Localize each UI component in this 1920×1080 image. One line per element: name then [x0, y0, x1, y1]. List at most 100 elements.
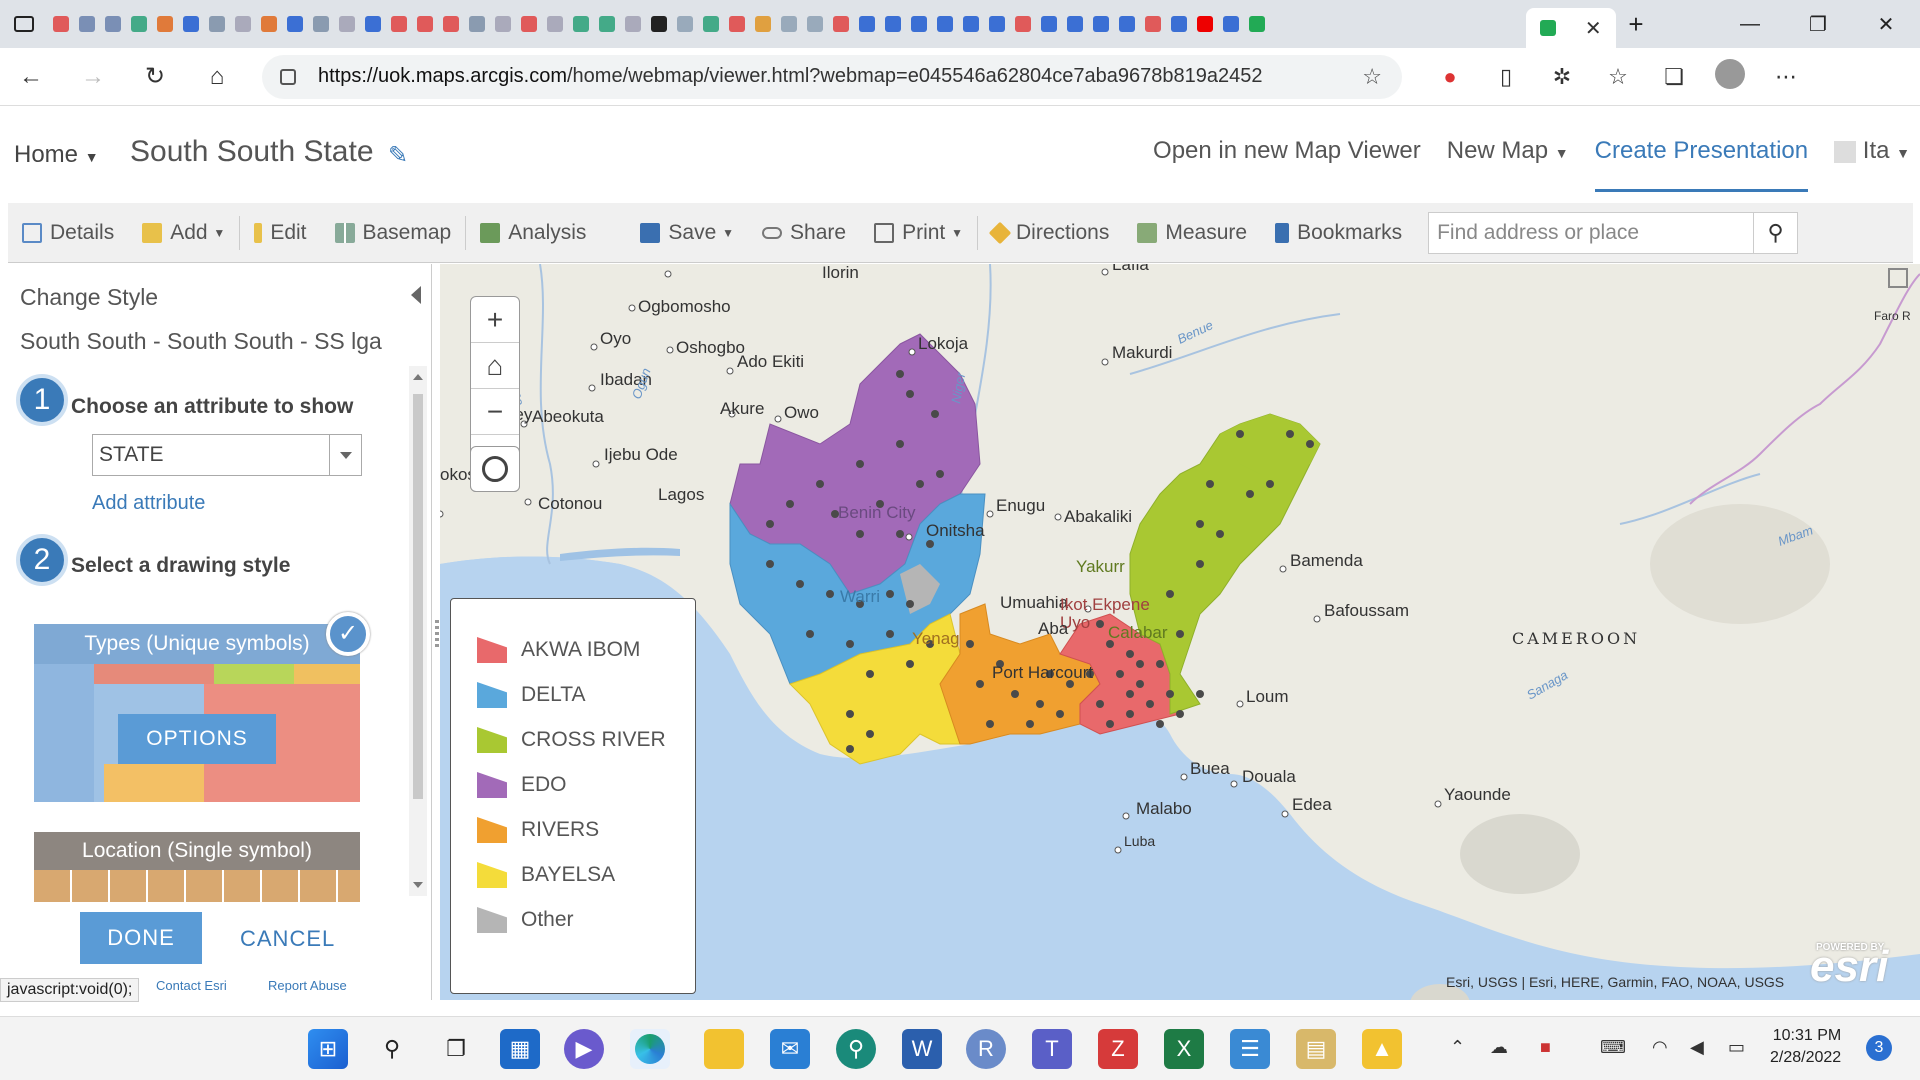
bookmarks-button[interactable]: Bookmarks [1261, 203, 1416, 263]
keyboard-icon[interactable]: ⌨ [1600, 1037, 1626, 1058]
create-presentation-link[interactable]: Create Presentation [1594, 137, 1809, 192]
browser-tab[interactable] [412, 9, 438, 39]
file-explorer-icon[interactable] [704, 1029, 744, 1069]
browser-tab[interactable] [1062, 9, 1088, 39]
browser-tab[interactable] [464, 9, 490, 39]
browser-tab[interactable] [1166, 9, 1192, 39]
chevron-down-icon[interactable] [329, 435, 361, 475]
notification-badge[interactable]: 3 [1866, 1035, 1892, 1061]
report-abuse-link[interactable]: Report Abuse [268, 978, 347, 993]
browser-tab[interactable] [152, 9, 178, 39]
volume-icon[interactable]: ◀ [1690, 1037, 1704, 1058]
browser-tab[interactable] [698, 9, 724, 39]
reading-view-icon[interactable]: ▯ [1478, 64, 1534, 90]
browser-tab[interactable] [1010, 9, 1036, 39]
tab-actions-icon[interactable] [0, 0, 48, 48]
url-field[interactable]: https://uok.maps.arcgis.com/home/webmap/… [262, 54, 1402, 99]
browser-tab[interactable] [230, 9, 256, 39]
browser-tab[interactable] [906, 9, 932, 39]
back-button[interactable]: ← [0, 63, 62, 91]
edit-title-icon[interactable]: ✎ [388, 141, 408, 170]
extension-icon[interactable]: ● [1422, 64, 1478, 90]
browser-tab[interactable] [984, 9, 1010, 39]
collections-icon[interactable]: ❏ [1646, 64, 1702, 90]
details-button[interactable]: Details [8, 203, 128, 263]
browser-tab[interactable] [308, 9, 334, 39]
style-types-unique-card[interactable]: Types (Unique symbols) OPTIONS [34, 624, 360, 802]
browser-tab[interactable] [516, 9, 542, 39]
browser-tab[interactable] [100, 9, 126, 39]
browser-tab[interactable] [620, 9, 646, 39]
notepad-icon[interactable]: ☰ [1230, 1029, 1270, 1069]
start-button[interactable]: ⊞ [308, 1029, 348, 1069]
chat-icon[interactable]: ▶ [564, 1029, 604, 1069]
new-tab-button[interactable]: + [1616, 9, 1656, 40]
home-extent-button[interactable]: ⌂ [471, 343, 519, 389]
maximize-button[interactable]: ❐ [1784, 12, 1852, 37]
scroll-up-icon[interactable] [413, 374, 423, 380]
word-icon[interactable]: W [902, 1029, 942, 1069]
browser-tab[interactable] [178, 9, 204, 39]
close-tab-icon[interactable]: ✕ [1585, 16, 1602, 41]
browser-tab[interactable] [1114, 9, 1140, 39]
browser-tab[interactable] [750, 9, 776, 39]
browser-tab[interactable] [1218, 9, 1244, 39]
browser-tab[interactable] [1036, 9, 1062, 39]
more-menu-icon[interactable]: ⋯ [1758, 64, 1814, 90]
teams-icon[interactable]: T [1032, 1029, 1072, 1069]
panel-scrollbar[interactable] [409, 366, 427, 896]
archive-icon[interactable]: ▤ [1296, 1029, 1336, 1069]
zoom-out-button[interactable]: − [471, 389, 519, 435]
browser-tab[interactable] [490, 9, 516, 39]
widgets-icon[interactable]: ▦ [500, 1029, 540, 1069]
browser-tab[interactable] [958, 9, 984, 39]
browser-tab[interactable] [646, 9, 672, 39]
add-button[interactable]: Add ▼ [128, 203, 239, 263]
style-location-single-card[interactable]: Location (Single symbol) [34, 832, 360, 902]
browser-tab[interactable] [932, 9, 958, 39]
home-menu[interactable]: Home ▼ [14, 141, 99, 169]
show-hidden-icons[interactable]: ⌃ [1450, 1037, 1465, 1058]
measure-button[interactable]: Measure [1123, 203, 1261, 263]
browser-tab[interactable] [438, 9, 464, 39]
edit-button[interactable]: Edit [240, 203, 320, 263]
browser-tab[interactable] [880, 9, 906, 39]
minimize-button[interactable]: — [1716, 13, 1784, 36]
zotero-icon[interactable]: Z [1098, 1029, 1138, 1069]
browser-tab[interactable] [854, 9, 880, 39]
browser-tab[interactable] [1192, 9, 1218, 39]
browser-tab[interactable] [776, 9, 802, 39]
r-app-icon[interactable]: R [966, 1029, 1006, 1069]
profile-avatar[interactable] [1702, 58, 1758, 95]
excel-icon[interactable]: X [1164, 1029, 1204, 1069]
zoom-in-button[interactable]: + [471, 297, 519, 343]
browser-tab[interactable] [282, 9, 308, 39]
system-clock[interactable]: 10:31 PM 2/28/2022 [1770, 1025, 1841, 1069]
browser-tab[interactable] [126, 9, 152, 39]
search-taskbar-icon[interactable]: ⚲ [372, 1029, 412, 1069]
gift-icon[interactable]: ■ [1540, 1037, 1551, 1058]
active-tab[interactable]: ✕ [1526, 8, 1616, 48]
browser-tab[interactable] [334, 9, 360, 39]
share-button[interactable]: Share [748, 203, 860, 263]
save-button[interactable]: Save ▼ [626, 203, 748, 263]
scroll-down-icon[interactable] [413, 882, 423, 888]
photos-icon[interactable]: ▲ [1362, 1029, 1402, 1069]
locate-button[interactable] [470, 446, 520, 492]
browser-tab[interactable] [256, 9, 282, 39]
extensions-icon[interactable]: ✲ [1534, 64, 1590, 90]
favorites-icon[interactable]: ☆ [1590, 64, 1646, 90]
browser-tab[interactable] [386, 9, 412, 39]
browser-tab[interactable] [594, 9, 620, 39]
browser-tab[interactable] [568, 9, 594, 39]
open-new-viewer-link[interactable]: Open in new Map Viewer [1153, 137, 1421, 165]
onedrive-icon[interactable]: ☁ [1490, 1037, 1508, 1058]
browser-tab[interactable] [1088, 9, 1114, 39]
contact-esri-link[interactable]: Contact Esri [156, 978, 227, 993]
close-window-button[interactable]: ✕ [1852, 12, 1920, 37]
user-menu[interactable]: Ita ▼ [1834, 137, 1910, 165]
attribute-select[interactable]: STATE [92, 434, 362, 476]
task-view-icon[interactable]: ❐ [436, 1029, 476, 1069]
search-input[interactable]: Find address or place ⚲ [1428, 211, 1799, 254]
new-map-menu[interactable]: New Map ▼ [1447, 137, 1569, 165]
